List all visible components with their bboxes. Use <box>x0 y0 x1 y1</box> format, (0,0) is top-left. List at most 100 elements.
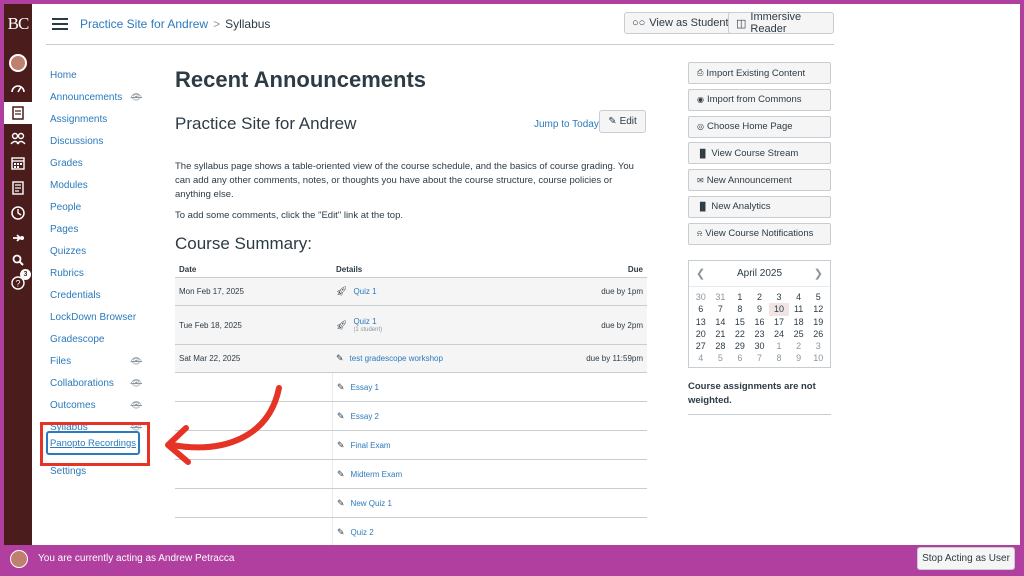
calendar-day[interactable]: 24 <box>769 328 789 340</box>
view-as-student-button[interactable]: ○○ View as Student <box>624 12 737 34</box>
breadcrumb-course-link[interactable]: Practice Site for Andrew <box>80 17 208 31</box>
course-nav-item-announcements[interactable]: Announcements 👁︎ <box>50 86 142 108</box>
calendar-day[interactable]: 9 <box>750 303 770 315</box>
course-nav-item-collaborations[interactable]: Collaborations 👁︎ <box>50 372 142 394</box>
course-nav-item-people[interactable]: People <box>50 196 142 218</box>
calendar-day[interactable]: 10 <box>808 352 828 364</box>
sidebar-button-label: New Analytics <box>711 201 771 213</box>
calendar-day[interactable]: 8 <box>769 352 789 364</box>
calendar-day[interactable]: 1 <box>769 340 789 352</box>
new-analytics-button[interactable]: ▐▌ New Analytics <box>688 195 831 218</box>
calendar-day[interactable]: 31 <box>711 291 731 303</box>
calendar-day[interactable]: 16 <box>750 316 770 328</box>
assignment-link[interactable]: Quiz 2 <box>351 528 374 537</box>
calendar-day[interactable]: 20 <box>691 328 711 340</box>
inbox-nav-item[interactable] <box>4 177 32 199</box>
calendar-day[interactable]: 11 <box>789 303 809 315</box>
calendar-day[interactable]: 28 <box>711 340 731 352</box>
calendar-day[interactable]: 6 <box>730 352 750 364</box>
assignment-link[interactable]: New Quiz 1 <box>351 499 392 508</box>
calendar-day[interactable]: 13 <box>691 316 711 328</box>
course-nav-item-grades[interactable]: Grades <box>50 152 142 174</box>
calendar-day[interactable]: 22 <box>730 328 750 340</box>
edit-button[interactable]: ✎ Edit <box>599 110 646 133</box>
course-nav-label: Discussions <box>50 135 104 147</box>
calendar-day[interactable]: 17 <box>769 316 789 328</box>
calendar-day[interactable]: 23 <box>750 328 770 340</box>
course-nav-item-gradescope[interactable]: Gradescope <box>50 328 142 350</box>
import-from-commons-button[interactable]: ◉ Import from Commons <box>688 88 831 111</box>
calendar-nav-item[interactable] <box>4 152 32 174</box>
course-nav-item-pages[interactable]: Pages <box>50 218 142 240</box>
calendar-day[interactable]: 27 <box>691 340 711 352</box>
assignment-link[interactable]: Essay 2 <box>351 412 379 421</box>
immersive-reader-button[interactable]: ◫ Immersive Reader <box>728 11 834 35</box>
school-logo[interactable]: BC <box>4 14 32 34</box>
course-nav-item-rubrics[interactable]: Rubrics <box>50 262 142 284</box>
help-nav-item[interactable]: ? 3 <box>4 269 32 294</box>
course-nav-item-files[interactable]: Files 👁︎ <box>50 350 142 372</box>
calendar-day[interactable]: 4 <box>789 291 809 303</box>
commons-nav-item[interactable] <box>4 227 32 249</box>
course-nav-item-assignments[interactable]: Assignments <box>50 108 142 130</box>
course-nav-item-quizzes[interactable]: Quizzes <box>50 240 142 262</box>
course-nav-item-credentials[interactable]: Credentials <box>50 284 142 306</box>
calendar-day[interactable]: 3 <box>808 340 828 352</box>
assignment-link[interactable]: test gradescope workshop <box>350 354 443 363</box>
history-nav-item[interactable] <box>4 202 32 224</box>
dashboard-nav-item[interactable] <box>4 77 32 99</box>
view-course-stream-button[interactable]: ▐▌ View Course Stream <box>688 142 831 165</box>
assignment-link[interactable]: Quiz 1 <box>353 287 376 296</box>
assignment-link[interactable]: Midterm Exam <box>351 470 403 479</box>
row-date: Tue Feb 18, 2025 <box>175 306 332 344</box>
calendar-day[interactable]: 15 <box>730 316 750 328</box>
calendar-day[interactable]: 2 <box>789 340 809 352</box>
calendar-day[interactable]: 30 <box>750 340 770 352</box>
calendar-day[interactable]: 21 <box>711 328 731 340</box>
calendar-day[interactable]: 5 <box>711 352 731 364</box>
global-nav: BC ? 3 <box>4 4 32 545</box>
assignment-link[interactable]: Quiz 1 <box>353 317 376 326</box>
search-nav-item[interactable] <box>4 249 32 271</box>
calendar-day[interactable]: 9 <box>789 352 809 364</box>
calendar-day[interactable]: 7 <box>750 352 770 364</box>
calendar-day[interactable]: 25 <box>789 328 809 340</box>
calendar-day[interactable]: 8 <box>730 303 750 315</box>
calendar-day-today[interactable]: 10 <box>769 303 789 316</box>
calendar-day[interactable]: 19 <box>808 316 828 328</box>
calendar-day[interactable]: 30 <box>691 291 711 303</box>
row-details: ✎ Quiz 2 <box>332 518 513 546</box>
panopto-recordings-link[interactable]: Panopto Recordings <box>46 431 140 455</box>
calendar-day[interactable]: 3 <box>769 291 789 303</box>
account-nav-item[interactable] <box>4 52 32 74</box>
calendar-day[interactable]: 7 <box>711 303 731 315</box>
jump-to-today-link[interactable]: Jump to Today <box>534 119 599 130</box>
new-announcement-button[interactable]: ✉ New Announcement <box>688 169 831 192</box>
groups-nav-item[interactable] <box>4 127 32 149</box>
calendar-day[interactable]: 2 <box>750 291 770 303</box>
assignment-link[interactable]: Final Exam <box>351 441 391 450</box>
prev-month-icon[interactable]: ❮ <box>696 267 705 280</box>
course-nav-item-outcomes[interactable]: Outcomes 👁︎ <box>50 394 142 416</box>
view-course-notifications-button[interactable]: ⍾ View Course Notifications <box>688 222 831 245</box>
course-nav-item-lockdown-browser[interactable]: LockDown Browser <box>50 306 142 328</box>
assignment-link[interactable]: Essay 1 <box>351 383 379 392</box>
next-month-icon[interactable]: ❯ <box>814 267 823 280</box>
choose-home-page-button[interactable]: ◎ Choose Home Page <box>688 115 831 138</box>
stop-acting-button[interactable]: Stop Acting as User <box>917 547 1015 570</box>
courses-nav-item[interactable] <box>4 102 32 124</box>
course-nav-item-home[interactable]: Home <box>50 64 142 86</box>
calendar-day[interactable]: 5 <box>808 291 828 303</box>
calendar-day[interactable]: 6 <box>691 303 711 315</box>
calendar-day[interactable]: 26 <box>808 328 828 340</box>
course-nav-item-modules[interactable]: Modules <box>50 174 142 196</box>
course-nav-item-discussions[interactable]: Discussions <box>50 130 142 152</box>
calendar-day[interactable]: 29 <box>730 340 750 352</box>
calendar-day[interactable]: 4 <box>691 352 711 364</box>
calendar-day[interactable]: 14 <box>711 316 731 328</box>
hamburger-menu-icon[interactable] <box>52 18 68 30</box>
calendar-day[interactable]: 12 <box>808 303 828 315</box>
calendar-day[interactable]: 1 <box>730 291 750 303</box>
calendar-day[interactable]: 18 <box>789 316 809 328</box>
import-existing-content-button[interactable]: ⎙ Import Existing Content <box>688 62 831 84</box>
